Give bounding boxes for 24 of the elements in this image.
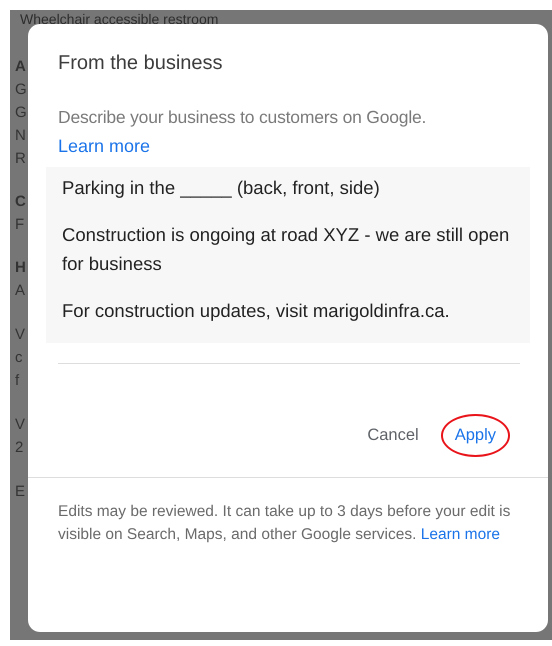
background-text: c: [15, 348, 24, 368]
background-heading: H: [15, 258, 26, 278]
apply-button[interactable]: Apply: [440, 414, 510, 457]
background-text: E: [15, 482, 26, 502]
background-text: N: [15, 126, 27, 146]
background-text: G: [15, 103, 27, 123]
dialog-title: From the business: [58, 52, 224, 75]
background-text: F: [15, 215, 26, 235]
background-text: A: [15, 281, 26, 301]
learn-more-link[interactable]: Learn more: [58, 136, 150, 157]
description-text: Describe your business to customers on Google.: [58, 107, 428, 128]
footer-learn-more-link[interactable]: Learn more: [420, 526, 500, 543]
background-heading: A: [15, 57, 27, 77]
cancel-button[interactable]: Cancel: [353, 414, 433, 457]
background-text: G: [15, 80, 27, 100]
background-text: Wheelchair accessible restroom: [19, 10, 220, 29]
background-text: R: [15, 149, 27, 169]
background-text: f: [15, 371, 20, 391]
footer-note: Edits may be reviewed. It can take up to 3 days before your edit is visible on Search, Maps, and other Google services. Learn more: [28, 477, 548, 546]
description-field[interactable]: Parking in the _____ (back, front, side) Construction is ongoing at road XYZ - we are still open for business For construction updates, visit marigoldinfra.ca.: [46, 167, 530, 343]
background-text: 2: [15, 438, 24, 458]
background-text: V: [15, 325, 26, 345]
background-text: V: [15, 415, 26, 435]
background-heading: C: [15, 192, 26, 212]
